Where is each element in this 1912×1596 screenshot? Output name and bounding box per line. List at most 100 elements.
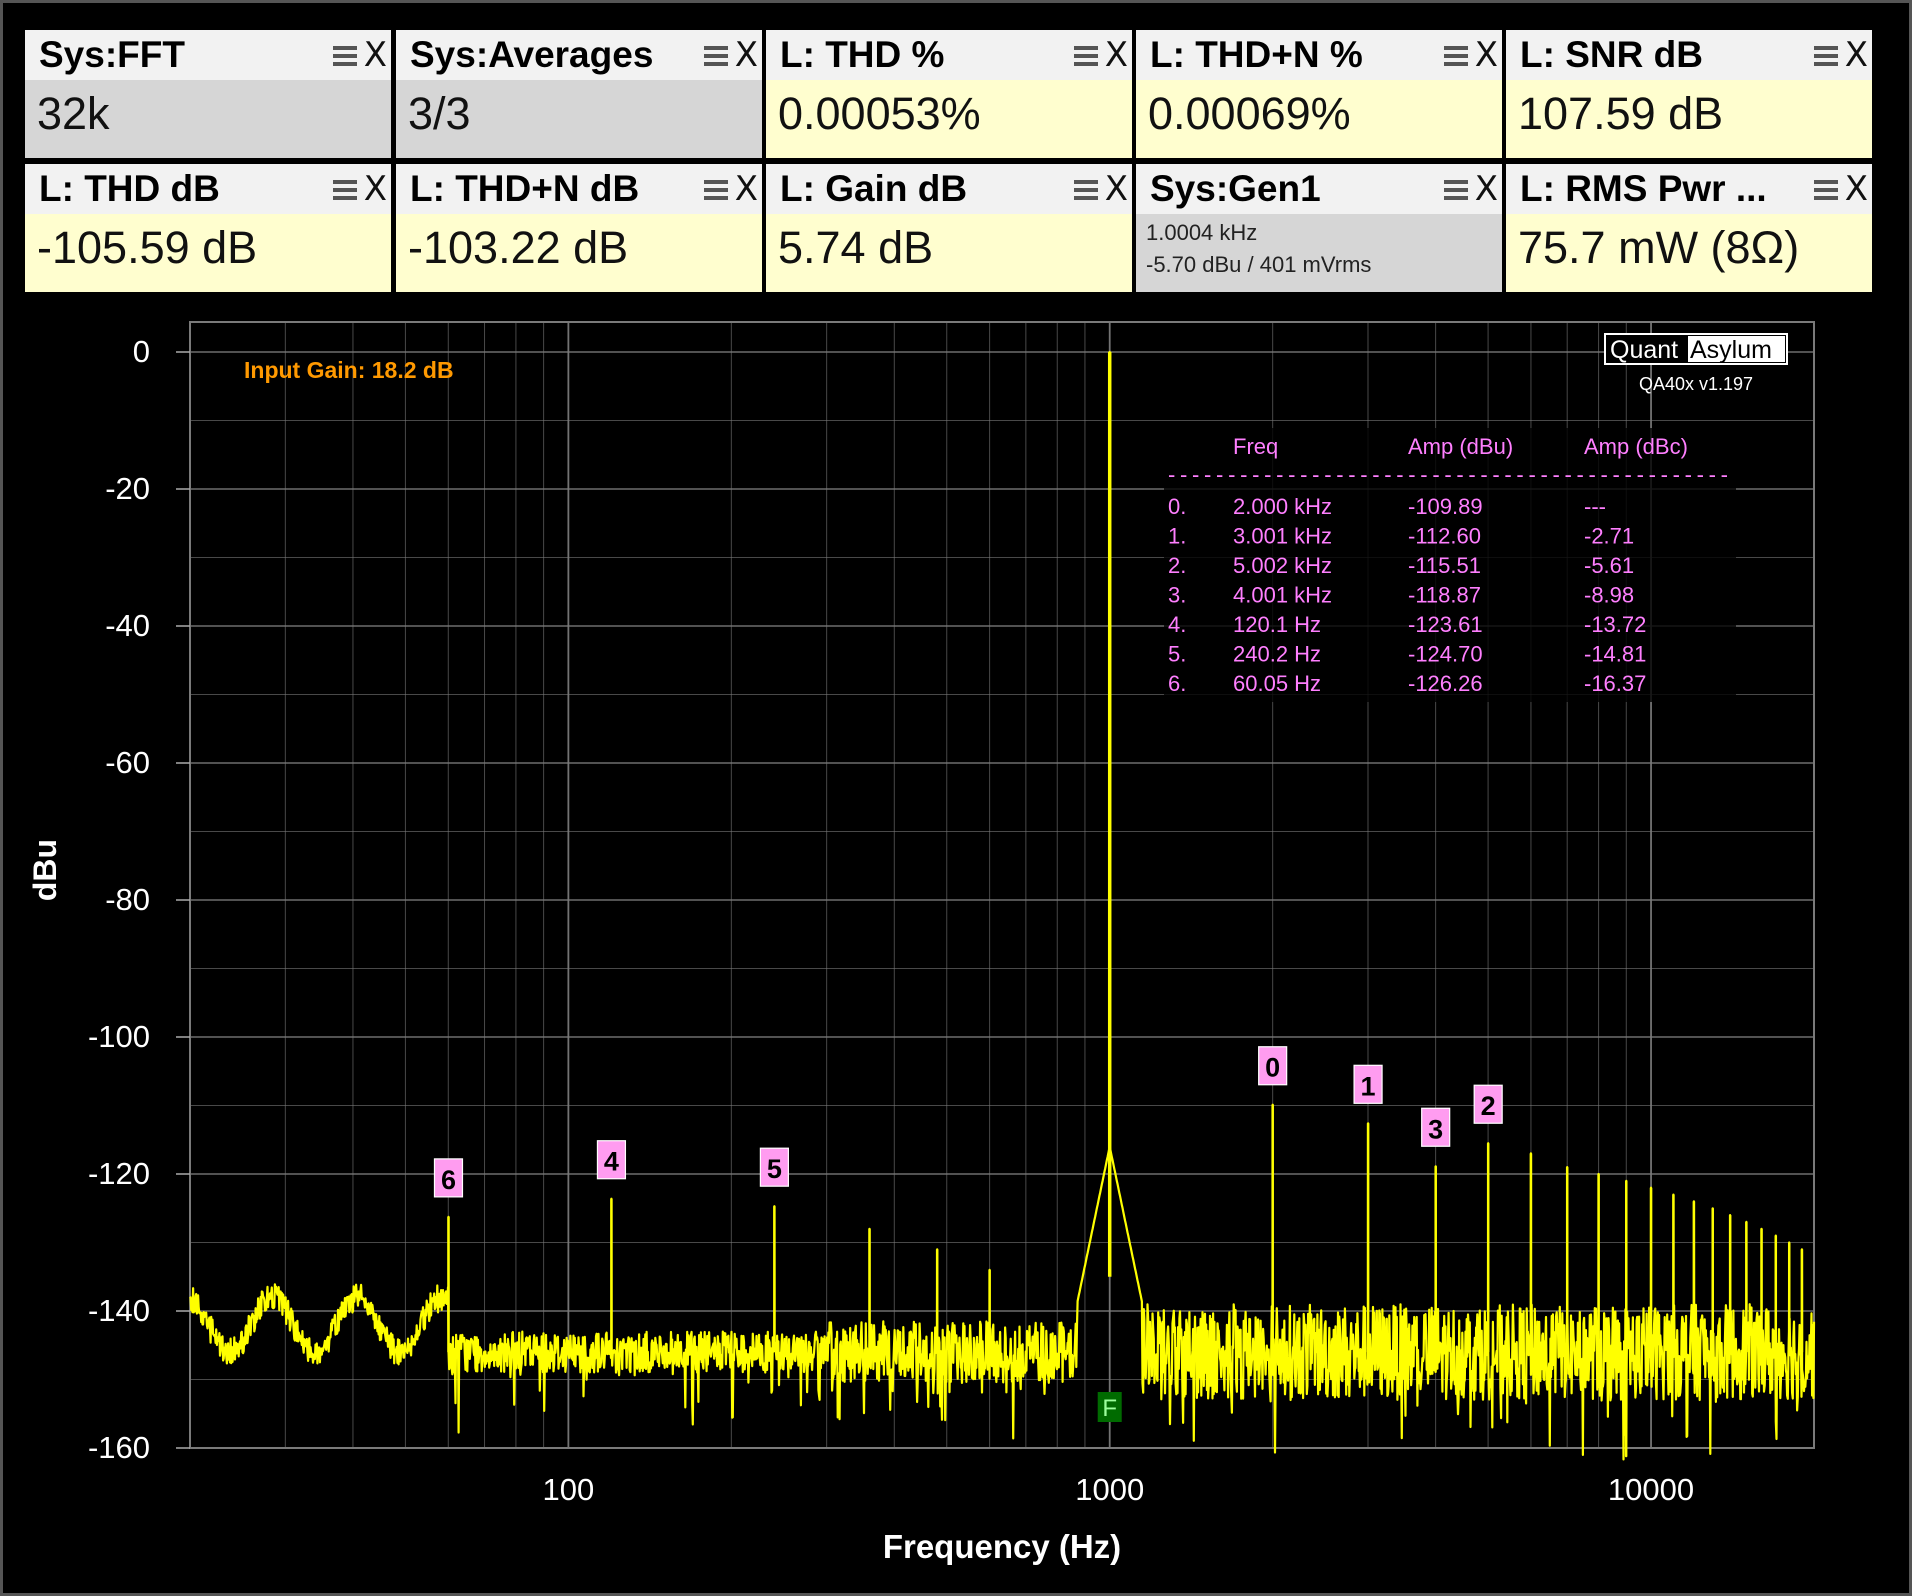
widget-header: L: RMS Pwr ... X xyxy=(1506,164,1872,214)
widget-body: -105.59 dB xyxy=(25,214,391,292)
widget-l-thd-db[interactable]: L: THD dB X -105.59 dB xyxy=(25,164,391,292)
input-gain-label: Input Gain: 18.2 dB xyxy=(244,357,454,383)
widget-l-gain-db[interactable]: L: Gain dB X 5.74 dB xyxy=(766,164,1132,292)
widget-value: -105.59 dB xyxy=(37,222,258,273)
harmonic-table-cell: 4. xyxy=(1168,612,1186,637)
x-tick-label: 10000 xyxy=(1608,1472,1694,1507)
harmonic-marker-label: 5 xyxy=(767,1154,782,1184)
fft-spectrum-plot[interactable]: 0 -20 -40 -60 -80 -100 -120 -140 -160 100 1000 1000… xyxy=(0,300,1912,1596)
close-x-icon[interactable]: X xyxy=(735,170,758,208)
widget-body: -103.22 dB xyxy=(396,214,762,292)
widget-sys-fft[interactable]: Sys:FFT X 32k xyxy=(25,30,391,158)
harmonic-table-cell: -118.87 xyxy=(1408,583,1481,608)
harmonic-marker-label: 6 xyxy=(441,1165,456,1195)
harmonic-table-cell: 3. xyxy=(1168,583,1186,608)
y-tick-label: -80 xyxy=(105,882,150,917)
hamburger-menu-icon[interactable] xyxy=(704,42,728,68)
harmonic-table-cell: -126.26 xyxy=(1408,671,1483,696)
hamburger-menu-icon[interactable] xyxy=(1074,42,1098,68)
harmonic-marker-label: 4 xyxy=(604,1147,619,1177)
close-x-icon[interactable]: X xyxy=(364,170,387,208)
harmonic-table-cell: -124.70 xyxy=(1408,642,1483,667)
harmonic-marker-3[interactable]: 3 xyxy=(1421,1107,1451,1147)
close-x-icon[interactable]: X xyxy=(1475,36,1498,74)
widget-title: Sys:FFT xyxy=(39,34,185,75)
harmonic-table-cell: -16.37 xyxy=(1584,671,1646,696)
widget-value: 32k xyxy=(37,88,110,139)
harmonic-table-cell: -14.81 xyxy=(1584,642,1646,667)
close-x-icon[interactable]: X xyxy=(1105,170,1128,208)
harmonic-table-header: Freq xyxy=(1233,434,1278,459)
harmonic-marker-1[interactable]: 1 xyxy=(1353,1064,1383,1104)
harmonic-table-cell: 0. xyxy=(1168,494,1186,519)
widget-body: 1.0004 kHz -5.70 dBu / 401 mVrms xyxy=(1136,214,1502,292)
measurement-widget-panel: Sys:FFT X 32k Sys:Averages X 3/3 L: THD % X 0.00… xyxy=(0,0,1912,300)
harmonic-marker-4[interactable]: 4 xyxy=(596,1140,627,1180)
widget-value: 5.74 dB xyxy=(778,222,934,273)
harmonic-table-cell: 2.000 kHz xyxy=(1233,494,1332,519)
widget-body: 107.59 dB xyxy=(1506,80,1872,158)
y-tick-label: -100 xyxy=(88,1019,150,1054)
widget-header: L: THD+N % X xyxy=(1136,30,1502,80)
widget-body: 32k xyxy=(25,80,391,158)
harmonic-marker-0[interactable]: 0 xyxy=(1258,1046,1288,1086)
fundamental-marker[interactable]: F xyxy=(1097,1392,1122,1422)
close-x-icon[interactable]: X xyxy=(364,36,387,74)
harmonic-table-cell: 240.2 Hz xyxy=(1233,642,1321,667)
x-axis-label: Frequency (Hz) xyxy=(883,1528,1121,1565)
hamburger-menu-icon[interactable] xyxy=(333,42,357,68)
widget-header: Sys:Averages X xyxy=(396,30,762,80)
harmonic-table-cell: -109.89 xyxy=(1408,494,1483,519)
harmonic-table-cell: -115.51 xyxy=(1408,553,1481,578)
y-tick-label: -20 xyxy=(105,471,150,506)
widget-title: L: THD+N dB xyxy=(410,168,640,209)
harmonic-table-cell: 1. xyxy=(1168,524,1186,549)
hamburger-menu-icon[interactable] xyxy=(1444,176,1468,202)
widget-l-snr-db[interactable]: L: SNR dB X 107.59 dB xyxy=(1506,30,1872,158)
hamburger-menu-icon[interactable] xyxy=(1814,176,1838,202)
hamburger-menu-icon[interactable] xyxy=(704,176,728,202)
harmonic-marker-2[interactable]: 2 xyxy=(1473,1084,1503,1124)
harmonic-table-cell: 60.05 Hz xyxy=(1233,671,1321,696)
harmonic-table-cell: 2. xyxy=(1168,553,1186,578)
harmonic-table-header: Amp (dBu) xyxy=(1408,434,1513,459)
widget-l-thd-n-db[interactable]: L: THD+N dB X -103.22 dB xyxy=(396,164,762,292)
widget-header: L: THD dB X xyxy=(25,164,391,214)
widget-title: L: SNR dB xyxy=(1520,34,1703,75)
widget-l-thd-n[interactable]: L: THD+N % X 0.00069% xyxy=(1136,30,1502,158)
widget-title: Sys:Averages xyxy=(410,34,654,75)
widget-sys-averages[interactable]: Sys:Averages X 3/3 xyxy=(396,30,762,158)
widget-body: 0.00053% xyxy=(766,80,1132,158)
harmonic-table-cell: -5.61 xyxy=(1584,553,1634,578)
widget-value: -103.22 dB xyxy=(408,222,629,273)
harmonic-table-cell: 5.002 kHz xyxy=(1233,553,1332,578)
close-x-icon[interactable]: X xyxy=(1475,170,1498,208)
hamburger-menu-icon[interactable] xyxy=(1814,42,1838,68)
harmonic-marker-6[interactable]: 6 xyxy=(433,1158,464,1198)
widget-value: 75.7 mW (8Ω) xyxy=(1518,222,1800,273)
close-x-icon[interactable]: X xyxy=(735,36,758,74)
widget-title: L: Gain dB xyxy=(780,168,968,209)
widget-body: 3/3 xyxy=(396,80,762,158)
harmonic-marker-5[interactable]: 5 xyxy=(759,1147,789,1187)
fundamental-marker-label: F xyxy=(1102,1395,1117,1422)
widget-header: L: Gain dB X xyxy=(766,164,1132,214)
hamburger-menu-icon[interactable] xyxy=(1444,42,1468,68)
hamburger-menu-icon[interactable] xyxy=(333,176,357,202)
widget-sys-gen1[interactable]: Sys:Gen1 X 1.0004 kHz -5.70 dBu / 401 mVrms xyxy=(1136,164,1502,292)
widget-title: L: RMS Pwr ... xyxy=(1520,168,1767,209)
close-x-icon[interactable]: X xyxy=(1105,36,1128,74)
harmonic-table-cell: -2.71 xyxy=(1584,524,1634,549)
close-x-icon[interactable]: X xyxy=(1845,170,1868,208)
harmonic-table-cell: -13.72 xyxy=(1584,612,1646,637)
close-x-icon[interactable]: X xyxy=(1845,36,1868,74)
widget-l-thd[interactable]: L: THD % X 0.00053% xyxy=(766,30,1132,158)
widget-value: 0.00053% xyxy=(778,88,981,139)
harmonic-table-cell: 4.001 kHz xyxy=(1233,583,1332,608)
widget-title: L: THD dB xyxy=(39,168,220,209)
y-tick-label: -140 xyxy=(88,1293,150,1328)
x-tick-label: 100 xyxy=(543,1472,595,1507)
widget-header: L: THD % X xyxy=(766,30,1132,80)
widget-l-rms-pwr[interactable]: L: RMS Pwr ... X 75.7 mW (8Ω) xyxy=(1506,164,1872,292)
hamburger-menu-icon[interactable] xyxy=(1074,176,1098,202)
